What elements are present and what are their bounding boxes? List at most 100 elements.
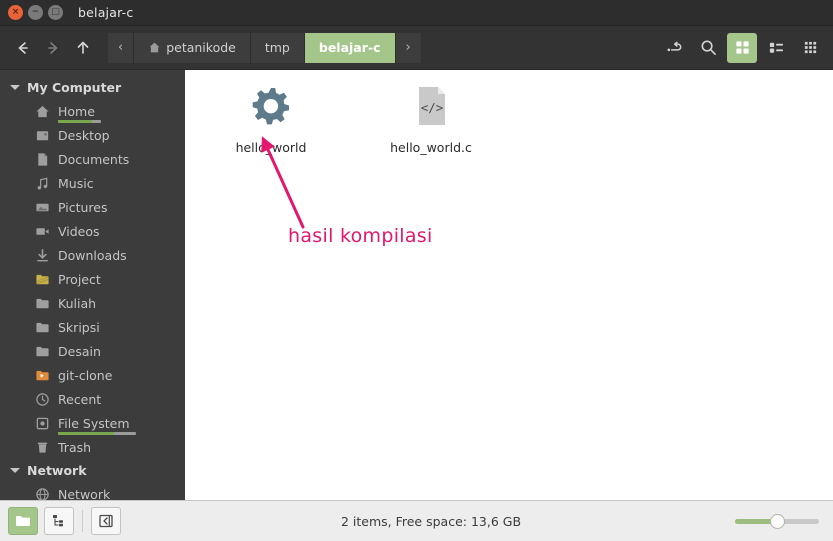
shortcuts-view-button[interactable] [8, 507, 38, 535]
toggle-location-bar-button[interactable] [659, 33, 689, 63]
sidebar-item-recent[interactable]: Recent [0, 387, 185, 411]
sidebar-item-videos[interactable]: Videos [0, 219, 185, 243]
list-view-icon [769, 42, 783, 53]
sidebar-item-label: git-clone [58, 367, 113, 383]
sidebar-item-text: Home [58, 103, 95, 119]
arrow-up-icon [77, 41, 89, 54]
path-toggle-icon [666, 41, 681, 52]
sidebar-item-desktop[interactable]: Desktop [0, 123, 185, 147]
sidebar-item-label: Home [58, 103, 101, 123]
sidebar-item-label: Trash [58, 439, 92, 455]
back-button[interactable] [8, 33, 38, 63]
svg-text:</>: </> [421, 100, 444, 115]
home-icon [34, 103, 50, 119]
compact-view-button[interactable] [795, 33, 825, 63]
folder-icon [34, 343, 50, 359]
sidebar-item-label: Recent [58, 391, 102, 407]
search-button[interactable] [693, 33, 723, 63]
breadcrumb-label: tmp [264, 40, 290, 55]
breadcrumb: ‹ petanikode tmp belajar-c › [108, 32, 421, 63]
sidebar-item-label: Music [58, 175, 94, 191]
up-button[interactable] [68, 33, 98, 63]
gear-executable-icon [252, 88, 289, 125]
breadcrumb-item-petanikode[interactable]: petanikode [134, 32, 251, 63]
folder-icon [34, 319, 50, 335]
sidebar-item-pictures[interactable]: Pictures [0, 195, 185, 219]
forward-button[interactable] [38, 33, 68, 63]
sidebar-item-label: Downloads [58, 247, 127, 263]
bookmark-folder-icon [34, 367, 50, 383]
zoom-slider[interactable] [735, 507, 819, 535]
sidebar-item-downloads[interactable]: Downloads [0, 243, 185, 267]
sidebar-item-label: Pictures [58, 199, 108, 215]
sidebar-item-file-system[interactable]: File System [0, 411, 185, 435]
home-icon [149, 42, 160, 53]
folder-icon [34, 295, 50, 311]
documents-icon [34, 151, 50, 167]
folder-icon [16, 516, 30, 526]
sidebar-group-my-computer[interactable]: My Computer [0, 76, 185, 99]
sidebar-item-trash[interactable]: Trash [0, 435, 185, 459]
globe-icon [34, 486, 50, 500]
videos-icon [34, 223, 50, 239]
pictures-icon [34, 199, 50, 215]
arrow-left-icon [18, 41, 28, 54]
file-item-hello-world-c[interactable]: </> hello_world.c [376, 82, 486, 155]
sidebar-item-text: File System [58, 415, 130, 431]
compact-view-icon [804, 41, 816, 54]
sidebar-item-desain[interactable]: Desain [0, 339, 185, 363]
sidebar-item-git-clone[interactable]: git-clone [0, 363, 185, 387]
close-button[interactable]: × [8, 5, 23, 20]
zoom-slider-knob[interactable] [770, 513, 785, 529]
sidebar-item-label: Desain [58, 343, 101, 359]
trash-icon [34, 439, 50, 455]
project-folder-icon [34, 271, 50, 287]
search-icon [701, 40, 716, 55]
chevron-down-icon [10, 468, 20, 473]
status-bar: 2 items, Free space: 13,6 GB [0, 500, 833, 541]
sidebar-item-label: Videos [58, 223, 100, 239]
status-text: 2 items, Free space: 13,6 GB [340, 513, 522, 529]
status-divider [82, 510, 83, 532]
title-bar: × − □ belajar-c [0, 0, 833, 26]
sidebar-item-network[interactable]: Network [0, 482, 185, 500]
sidebar-item-kuliah[interactable]: Kuliah [0, 291, 185, 315]
breadcrumb-item-belajar-c[interactable]: belajar-c [304, 32, 396, 63]
arrow-right-icon [48, 41, 58, 54]
breadcrumb-prev-button[interactable]: ‹ [108, 32, 135, 63]
sidebar-item-label: Kuliah [58, 295, 97, 311]
sidebar-item-label: File System [58, 415, 136, 435]
breadcrumb-next-button[interactable]: › [395, 32, 421, 63]
clock-icon [34, 391, 50, 407]
icon-view-button[interactable] [727, 32, 757, 63]
minimize-icon: − [31, 7, 40, 17]
toolbar: ‹ petanikode tmp belajar-c › [0, 26, 833, 70]
sidebar-group-network[interactable]: Network [0, 459, 185, 482]
maximize-button[interactable]: □ [48, 5, 63, 20]
file-list-area[interactable]: hello_world </> hello_world.c hasil komp… [185, 70, 833, 500]
breadcrumb-label: belajar-c [318, 40, 381, 55]
music-icon [34, 175, 50, 191]
tree-view-button[interactable] [44, 507, 74, 535]
breadcrumb-item-tmp[interactable]: tmp [250, 32, 305, 63]
sidebar-item-home[interactable]: Home [0, 99, 185, 123]
minimize-button[interactable]: − [28, 5, 43, 20]
window-title: belajar-c [78, 5, 134, 20]
sidebar-group-label: Network [27, 463, 87, 478]
sidebar-item-project[interactable]: Project [0, 267, 185, 291]
sidebar-toggle-icon [99, 514, 113, 528]
toggle-sidebar-button[interactable] [91, 507, 121, 535]
file-name-label: hello_world.c [390, 140, 472, 155]
drive-icon [34, 415, 50, 431]
list-view-button[interactable] [761, 33, 791, 63]
sidebar-item-documents[interactable]: Documents [0, 147, 185, 171]
annotation-text: hasil kompilasi [288, 225, 433, 247]
code-document-icon: </> [419, 87, 445, 125]
file-manager-window: × − □ belajar-c ‹ petanikode tmp belajar… [0, 0, 833, 541]
sidebar-group-label: My Computer [27, 80, 122, 95]
close-icon: × [11, 7, 20, 17]
desktop-folder-icon [34, 127, 50, 143]
sidebar-item-skripsi[interactable]: Skripsi [0, 315, 185, 339]
sidebar-item-music[interactable]: Music [0, 171, 185, 195]
sidebar-item-label: Desktop [58, 127, 110, 143]
